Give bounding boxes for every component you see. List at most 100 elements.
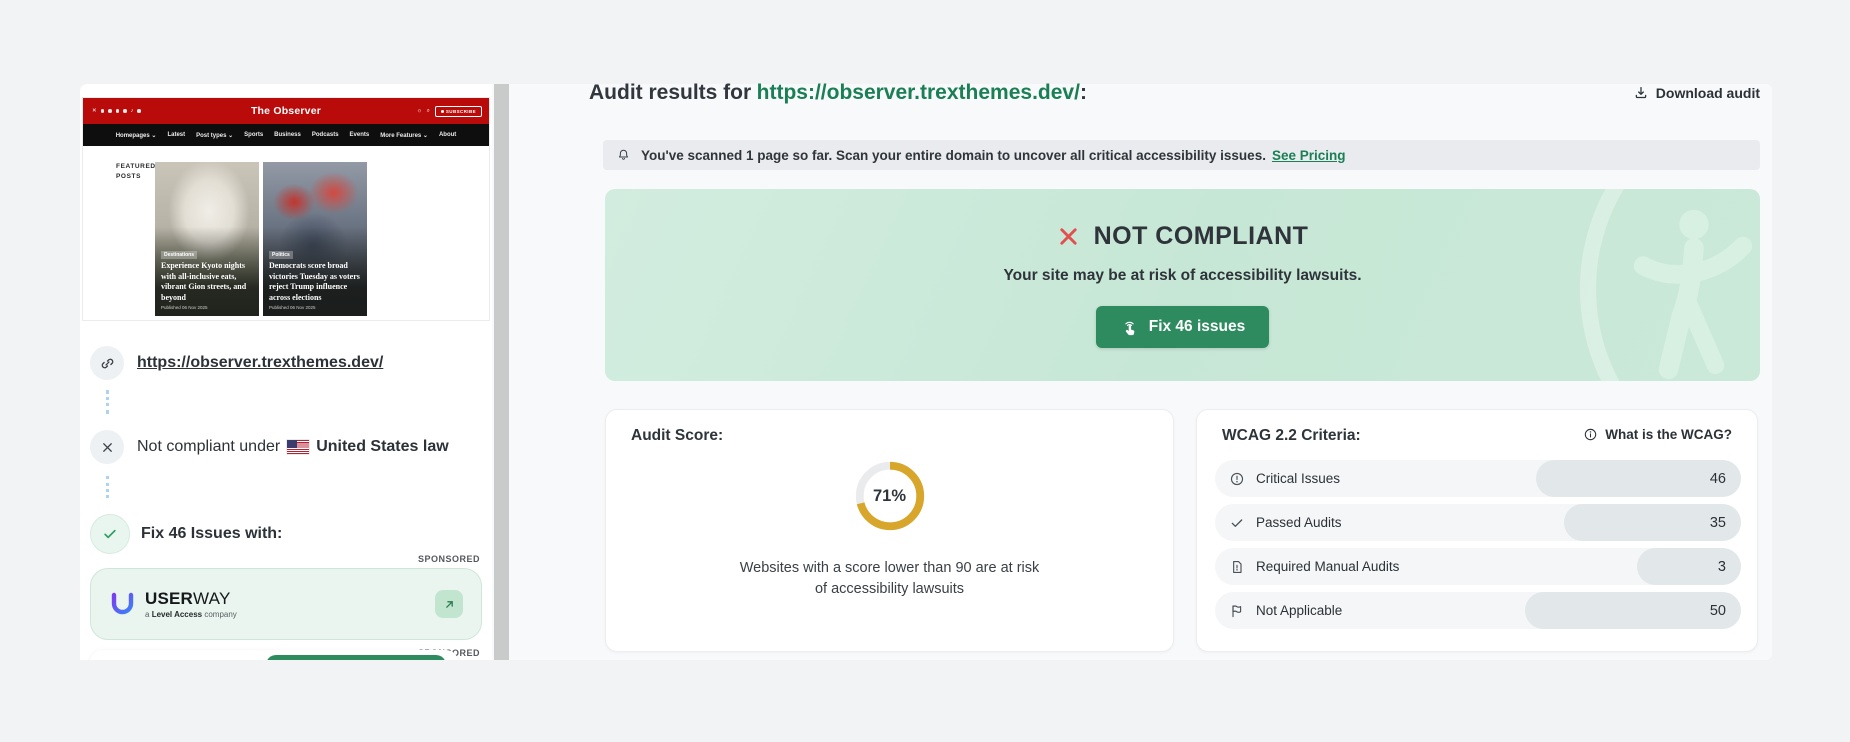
site-preview-nav-item: Sports bbox=[244, 132, 264, 138]
title-suffix: : bbox=[1079, 81, 1087, 104]
score-note: Websites with a score lower than 90 are … bbox=[739, 560, 1040, 597]
userway-logo-icon bbox=[111, 592, 134, 614]
music-note-icon: ♪ bbox=[130, 108, 134, 114]
site-preview-nav-item: About bbox=[438, 132, 457, 138]
fix-issues-button[interactable]: Fix 46 issues bbox=[1095, 306, 1270, 348]
site-preview-nav-item: Latest bbox=[167, 132, 186, 138]
site-preview-logo: The Observer bbox=[250, 105, 322, 117]
wcag-row-count: 50 bbox=[1525, 592, 1741, 629]
connector-dots bbox=[106, 476, 109, 498]
audit-score-card: Audit Score: 71% Websites with a score l… bbox=[605, 409, 1174, 652]
site-preview-nav-item: Podcasts bbox=[311, 132, 339, 138]
sponsor-cta-button[interactable] bbox=[266, 655, 446, 660]
compliance-law: United States law bbox=[316, 438, 449, 455]
fix-issues-row: Fix 46 Issues with: bbox=[90, 514, 282, 554]
arrow-up-right-icon bbox=[445, 600, 453, 608]
wcag-row-label: Required Manual Audits bbox=[1256, 559, 1400, 574]
banner-subtitle: Your site may be at risk of accessibilit… bbox=[1003, 267, 1362, 284]
userway-sponsor-card[interactable]: USERWAY a Level Access company bbox=[90, 568, 482, 640]
site-preview-articles: Destinations Experience Kyoto nights with… bbox=[155, 162, 367, 316]
accessibility-person-icon bbox=[1633, 209, 1753, 380]
check-circle-icon bbox=[90, 514, 130, 554]
subscribe-button: SUBSCRIBE bbox=[434, 105, 482, 117]
what-is-wcag-link[interactable]: What is the WCAG? bbox=[1583, 427, 1732, 442]
social-dot-icon bbox=[115, 109, 120, 113]
wcag-card-heading: WCAG 2.2 Criteria: bbox=[1222, 427, 1361, 444]
site-preview-nav-item: Events bbox=[349, 132, 370, 138]
connector-dots bbox=[106, 390, 109, 414]
site-preview-article: Destinations Experience Kyoto nights with… bbox=[155, 162, 259, 316]
site-preview-nav-item: Homepages ⌄ bbox=[115, 132, 157, 139]
info-icon bbox=[1585, 428, 1597, 441]
x-circle-icon bbox=[90, 430, 124, 464]
social-dot-icon bbox=[108, 109, 112, 113]
notice-text: You've scanned 1 page so far. Scan your … bbox=[641, 147, 1266, 163]
document-icon bbox=[1229, 559, 1245, 575]
sponsored-label: SPONSORED bbox=[417, 554, 480, 564]
sponsor-card-partial bbox=[90, 650, 458, 660]
wcag-row: Passed Audits 35 bbox=[1215, 504, 1741, 541]
flag-icon bbox=[1229, 603, 1245, 619]
site-preview-nav-item: Post types ⌄ bbox=[196, 132, 234, 139]
wcag-row-label: Passed Audits bbox=[1256, 515, 1342, 530]
x-mark-icon bbox=[1057, 225, 1080, 248]
scanned-url-row: https://observer.trexthemes.dev/ bbox=[90, 346, 383, 380]
fix-issues-heading: Fix 46 Issues with: bbox=[141, 525, 283, 542]
wcag-row: Critical Issues 46 bbox=[1215, 460, 1741, 497]
page-title: Audit results for https://observer.trexth… bbox=[589, 81, 1087, 105]
audited-url-link[interactable]: https://observer.trexthemes.dev/ bbox=[757, 81, 1080, 104]
compliance-status-row: Not compliant under United States law bbox=[90, 430, 449, 464]
wcag-row: Required Manual Audits 3 bbox=[1215, 548, 1741, 585]
us-flag-icon bbox=[287, 440, 310, 454]
status-label: NOT COMPLIANT bbox=[1093, 222, 1309, 250]
link-icon bbox=[90, 346, 124, 380]
x-social-icon: ✕ bbox=[92, 108, 97, 114]
userway-wordmark: USERWAY a Level Access company bbox=[145, 589, 237, 619]
theme-icon: ☼ bbox=[416, 108, 422, 114]
alert-circle-icon bbox=[1229, 471, 1245, 487]
wcag-criteria-card: WCAG 2.2 Criteria: What is the WCAG? Cri… bbox=[1196, 409, 1758, 652]
brand-bold: USER bbox=[145, 589, 194, 608]
download-audit-button[interactable]: Download audit bbox=[1633, 85, 1760, 101]
brand-light: WAY bbox=[193, 589, 231, 608]
site-preview-thumbnail: ✕ ♪ The Observer ☼ ⌕ SUBSCRIBE Homepages… bbox=[83, 98, 489, 320]
title-prefix: Audit results for bbox=[589, 81, 752, 104]
compliance-status-text: Not compliant under United States law bbox=[137, 438, 449, 456]
wcag-row-count: 35 bbox=[1564, 504, 1741, 541]
site-preview-nav-item: More Features ⌄ bbox=[380, 132, 428, 139]
scan-summary-sidebar: ✕ ♪ The Observer ☼ ⌕ SUBSCRIBE Homepages… bbox=[80, 84, 492, 660]
site-preview-nav-item: Business bbox=[274, 132, 301, 138]
score-card-heading: Audit Score: bbox=[631, 427, 724, 444]
wcag-row-label: Critical Issues bbox=[1256, 471, 1341, 486]
compliance-banner: NOT COMPLIANT Your site may be at risk o… bbox=[605, 189, 1760, 381]
wcag-row-count: 3 bbox=[1637, 548, 1741, 585]
compliance-prefix: Not compliant under bbox=[137, 438, 281, 455]
social-dot-icon bbox=[100, 109, 105, 113]
user-icon bbox=[440, 109, 444, 113]
scanned-url-link[interactable]: https://observer.trexthemes.dev/ bbox=[137, 354, 383, 372]
score-donut-chart: 71% bbox=[851, 457, 929, 535]
site-preview-article: Politics Democrats score broad victories … bbox=[263, 162, 367, 316]
site-preview-nav: Homepages ⌄ Latest Post types ⌄ Sports Busin… bbox=[83, 124, 489, 146]
site-preview-social-icons: ✕ ♪ bbox=[92, 98, 141, 124]
search-icon: ⌕ bbox=[426, 107, 430, 114]
wcag-row-label: Not Applicable bbox=[1256, 603, 1343, 618]
site-preview-masthead-bar: ✕ ♪ The Observer ☼ ⌕ SUBSCRIBE bbox=[83, 98, 489, 124]
social-dot-icon bbox=[137, 109, 141, 113]
download-icon bbox=[1635, 87, 1647, 99]
open-sponsor-button[interactable] bbox=[435, 590, 463, 618]
wcag-row: Not Applicable 50 bbox=[1215, 592, 1741, 629]
site-preview-header-utils: ☼ ⌕ SUBSCRIBE bbox=[417, 98, 482, 124]
compliance-status: NOT COMPLIANT bbox=[1057, 222, 1309, 251]
site-preview-body: FEATURED POSTS Destinations Experience Ky… bbox=[83, 146, 489, 320]
score-value: 71% bbox=[872, 486, 907, 505]
tap-icon bbox=[1124, 321, 1135, 335]
check-icon bbox=[1229, 515, 1245, 531]
see-pricing-link[interactable]: See Pricing bbox=[1272, 148, 1346, 163]
accessibility-audit-app: ✕ ♪ The Observer ☼ ⌕ SUBSCRIBE Homepages… bbox=[0, 0, 1850, 742]
sidebar-scrollbar[interactable] bbox=[494, 84, 509, 660]
bell-icon bbox=[619, 149, 628, 160]
wcag-rows: Critical Issues 46 Passed Audits 35 Required… bbox=[1215, 460, 1741, 636]
scan-notice-bar: You've scanned 1 page so far. Scan your … bbox=[603, 140, 1760, 170]
wcag-row-count: 46 bbox=[1536, 460, 1741, 497]
